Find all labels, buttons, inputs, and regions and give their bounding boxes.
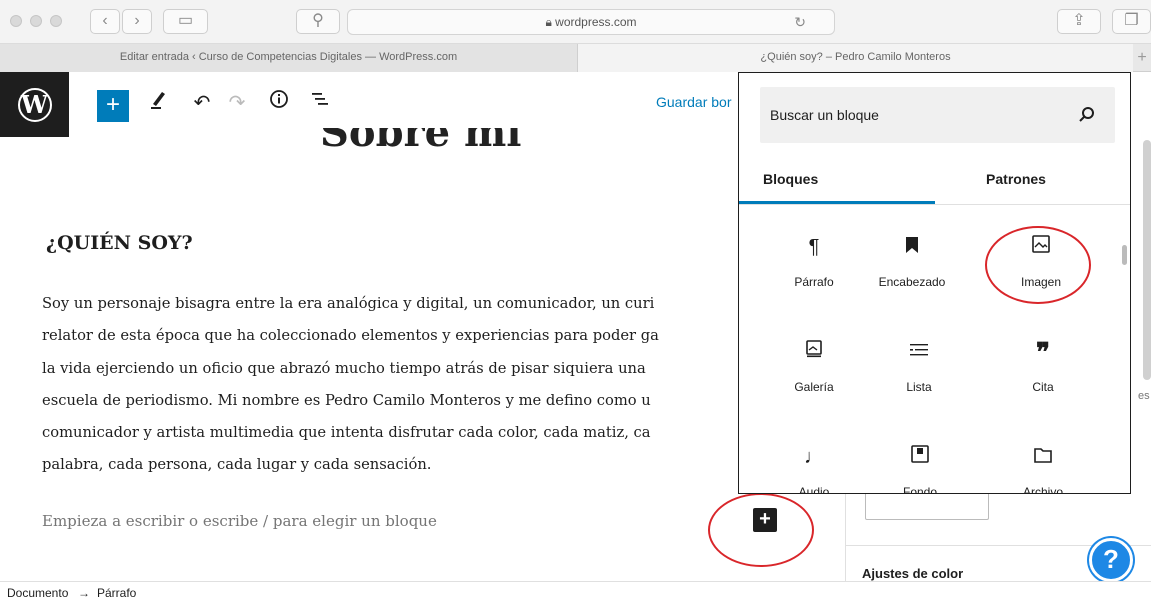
paragraph-line: palabra, cada persona, cada lugar y cada… (42, 456, 432, 474)
block-label: Archivo (1022, 485, 1063, 494)
block-quote[interactable]: ❞ Cita (998, 338, 1088, 394)
redo-icon[interactable]: ↷ (224, 88, 250, 118)
close-window-button[interactable] (10, 15, 22, 27)
block-label: Lista (906, 380, 932, 394)
block-gallery[interactable]: Galería (769, 338, 859, 394)
undo-icon[interactable]: ↶ (189, 88, 215, 118)
tab-divider (739, 204, 1130, 205)
breadcrumb-document[interactable]: Documento (7, 586, 68, 600)
url-text: wordpress.com (555, 15, 637, 29)
breadcrumb-paragraph[interactable]: Párrafo (97, 586, 136, 600)
zoom-window-button[interactable] (50, 15, 62, 27)
block-label: Fondo (902, 485, 938, 494)
sidebar-scrollbar[interactable] (1143, 140, 1151, 380)
post-title[interactable]: Sobre mi (320, 128, 522, 150)
list-view-icon[interactable] (307, 88, 333, 118)
browser-tab-active[interactable]: ¿Quién soy? – Pedro Camilo Monteros (578, 44, 1133, 72)
block-heading[interactable]: Encabezado (867, 233, 957, 289)
add-block-toggle-button[interactable]: + (97, 90, 129, 122)
search-icon[interactable]: ⚲ (296, 9, 340, 34)
tabs-overview-icon[interactable]: ❐ (1112, 9, 1151, 34)
paragraph-icon: ¶ (808, 236, 820, 258)
paragraph-line: relator de esta época que ha coleccionad… (42, 327, 659, 345)
cover-icon (875, 443, 965, 471)
file-icon (998, 443, 1088, 471)
block-label: Audio (798, 485, 830, 494)
bookmark-icon (867, 233, 957, 261)
browser-tab-bar: Editar entrada ‹ Curso de Competencias D… (0, 44, 1151, 72)
help-button[interactable]: ? (1089, 538, 1133, 582)
wordpress-logo-button[interactable]: W (0, 72, 69, 137)
lock-icon: 🔒︎ (545, 15, 556, 29)
wordpress-icon: W (17, 87, 52, 122)
paragraph-line: comunicador y artista multimedia que int… (42, 424, 651, 442)
sidebar-toggle-icon[interactable]: ▭ (163, 9, 208, 34)
list-icon (874, 338, 964, 366)
tab-patterns[interactable]: Patrones (951, 165, 1081, 205)
tab-title: ¿Quién soy? – Pedro Camilo Monteros (760, 51, 951, 63)
new-tab-icon[interactable]: + (1133, 44, 1151, 72)
address-bar[interactable]: 🔒︎ wordpress.com ↻ (347, 9, 835, 35)
browser-titlebar: ‹ › ▭ ⚲ 🔒︎ wordpress.com ↻ ⇪ ❐ (0, 0, 1151, 44)
block-breadcrumb: Documento → Párrafo (0, 581, 1151, 601)
sidebar-cut-text: es (1138, 390, 1150, 402)
paragraph-line: la vida ejerciendo un oficio que abrazó … (42, 359, 646, 377)
paragraph-line: Soy un personaje bisagra entre la era an… (42, 295, 655, 312)
block-audio[interactable]: ♩ Audio (769, 443, 859, 494)
minimize-window-button[interactable] (30, 15, 42, 27)
block-cover[interactable]: Fondo (875, 443, 965, 494)
tab-title: Editar entrada ‹ Curso de Competencias D… (119, 51, 458, 63)
block-search (760, 87, 1115, 143)
paragraph-line: escuela de periodismo. Mi nombre es Pedr… (42, 391, 651, 409)
block-paragraph[interactable]: ¶ Párrafo (769, 233, 859, 289)
block-label: Cita (1032, 380, 1054, 394)
back-icon[interactable]: ‹ (90, 9, 120, 34)
save-draft-button[interactable]: Guardar bor (656, 94, 731, 110)
paragraph-block[interactable]: Soy un personaje bisagra entre la era an… (42, 288, 742, 478)
pen-tools-icon[interactable] (145, 88, 171, 118)
block-label: Párrafo (794, 275, 834, 289)
block-file[interactable]: Archivo (998, 443, 1088, 494)
color-settings-heading[interactable]: Ajustes de color (862, 566, 963, 581)
block-label: Encabezado (878, 275, 946, 289)
details-icon[interactable] (266, 88, 292, 118)
forward-icon[interactable]: › (122, 9, 152, 34)
sidebar-field[interactable] (865, 490, 989, 520)
block-search-input[interactable] (760, 87, 1080, 143)
heading-block[interactable]: ¿QUIÉN SOY? (46, 232, 193, 254)
audio-icon: ♩ (804, 446, 824, 468)
gallery-icon (769, 338, 859, 366)
block-label: Galería (794, 380, 834, 394)
annotation-circle (985, 226, 1091, 304)
tab-blocks[interactable]: Bloques (763, 165, 818, 205)
annotation-circle (708, 493, 814, 567)
share-icon[interactable]: ⇪ (1057, 9, 1101, 34)
inserter-scrollbar[interactable] (1122, 245, 1127, 265)
quote-icon: ❞ (1036, 337, 1050, 367)
browser-tab[interactable]: Editar entrada ‹ Curso de Competencias D… (0, 44, 578, 72)
empty-block-placeholder[interactable]: Empieza a escribir o escribe / para eleg… (42, 512, 437, 530)
reload-icon[interactable]: ↻ (794, 10, 806, 34)
search-icon[interactable] (1077, 105, 1097, 125)
block-list[interactable]: Lista (874, 338, 964, 394)
breadcrumb-separator: → (78, 586, 90, 600)
